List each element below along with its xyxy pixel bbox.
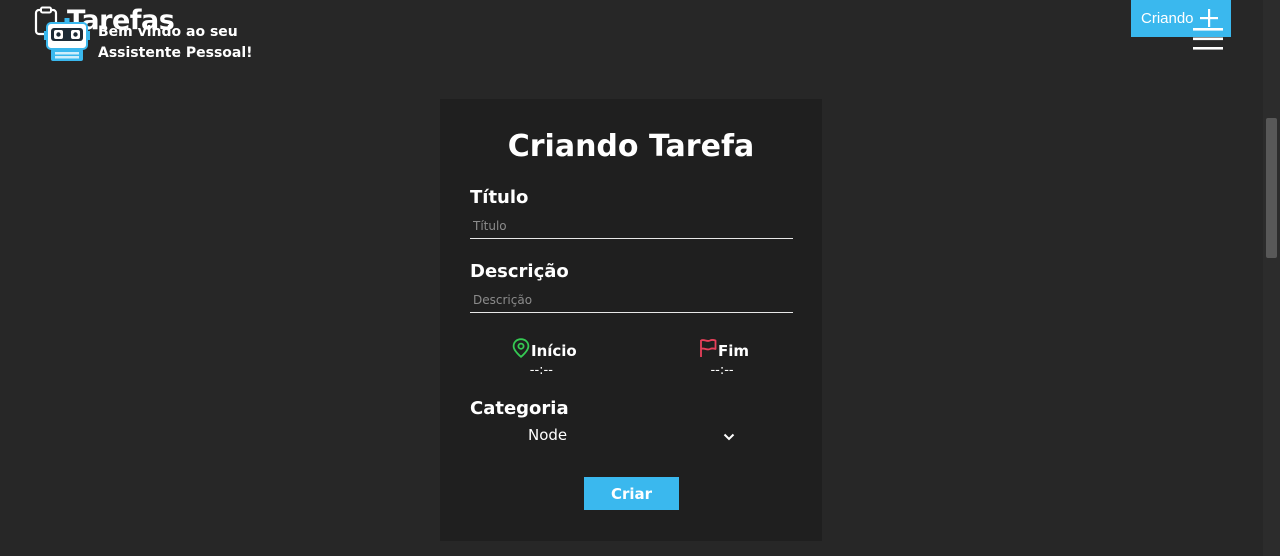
fim-label: Fim <box>718 341 750 360</box>
welcome-line-2: Assistente Pessoal! <box>98 45 253 61</box>
titulo-label: Título <box>470 187 529 208</box>
hamburger-menu-icon[interactable] <box>1193 28 1223 54</box>
flag-icon <box>699 338 717 363</box>
categoria-select[interactable]: Node <box>470 424 793 448</box>
categoria-label: Categoria <box>470 398 569 419</box>
descricao-input[interactable] <box>470 287 793 313</box>
map-pin-icon <box>512 338 530 363</box>
fim-value: --:-- <box>710 363 734 378</box>
welcome-line-1: Bem vindo ao seu <box>98 24 238 40</box>
fim-time-picker[interactable]: Fim --:-- <box>699 338 749 379</box>
categoria-selected-value: Node <box>528 426 568 444</box>
inicio-value: --:-- <box>529 363 553 378</box>
descricao-label: Descrição <box>470 261 569 282</box>
inicio-label: Início <box>531 341 577 360</box>
scrollbar-thumb[interactable] <box>1266 118 1277 258</box>
chevron-down-icon <box>723 427 735 446</box>
robot-icon <box>44 18 90 66</box>
form-title: Criando Tarefa <box>507 129 755 164</box>
criar-button[interactable]: Criar <box>584 477 679 510</box>
page-scrollbar[interactable] <box>1263 0 1280 556</box>
status-label: Criando <box>1141 10 1194 27</box>
welcome-message: Bem vindo ao seu Assistente Pessoal! <box>98 22 258 64</box>
titulo-input[interactable] <box>470 213 793 239</box>
inicio-time-picker[interactable]: Início --:-- <box>512 338 577 379</box>
